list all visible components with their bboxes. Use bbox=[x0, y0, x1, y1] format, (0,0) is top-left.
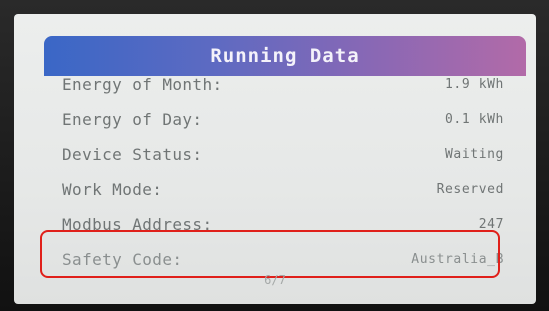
row-value: 0.1 kWh bbox=[445, 112, 504, 127]
lcd-screen: Running Data Energy of Month: 1.9 kWh En… bbox=[14, 14, 536, 304]
row-energy-of-month: Energy of Month: 1.9 kWh bbox=[62, 67, 504, 102]
row-label: Energy of Day: bbox=[62, 110, 203, 129]
row-energy-of-day: Energy of Day: 0.1 kWh bbox=[62, 102, 504, 137]
row-label: Work Mode: bbox=[62, 180, 163, 199]
row-label: Device Status: bbox=[62, 145, 203, 164]
device-bezel: Running Data Energy of Month: 1.9 kWh En… bbox=[0, 0, 549, 311]
row-work-mode: Work Mode: Reserved bbox=[62, 172, 504, 207]
screen-title: Running Data bbox=[210, 45, 360, 67]
page-indicator: 6/7 bbox=[264, 273, 286, 287]
row-value: Waiting bbox=[445, 147, 504, 162]
row-label: Energy of Month: bbox=[62, 75, 223, 94]
row-value: Reserved bbox=[436, 182, 504, 197]
safety-code-highlight-box bbox=[40, 230, 500, 278]
row-value: 1.9 kWh bbox=[445, 77, 504, 92]
row-device-status: Device Status: Waiting bbox=[62, 137, 504, 172]
